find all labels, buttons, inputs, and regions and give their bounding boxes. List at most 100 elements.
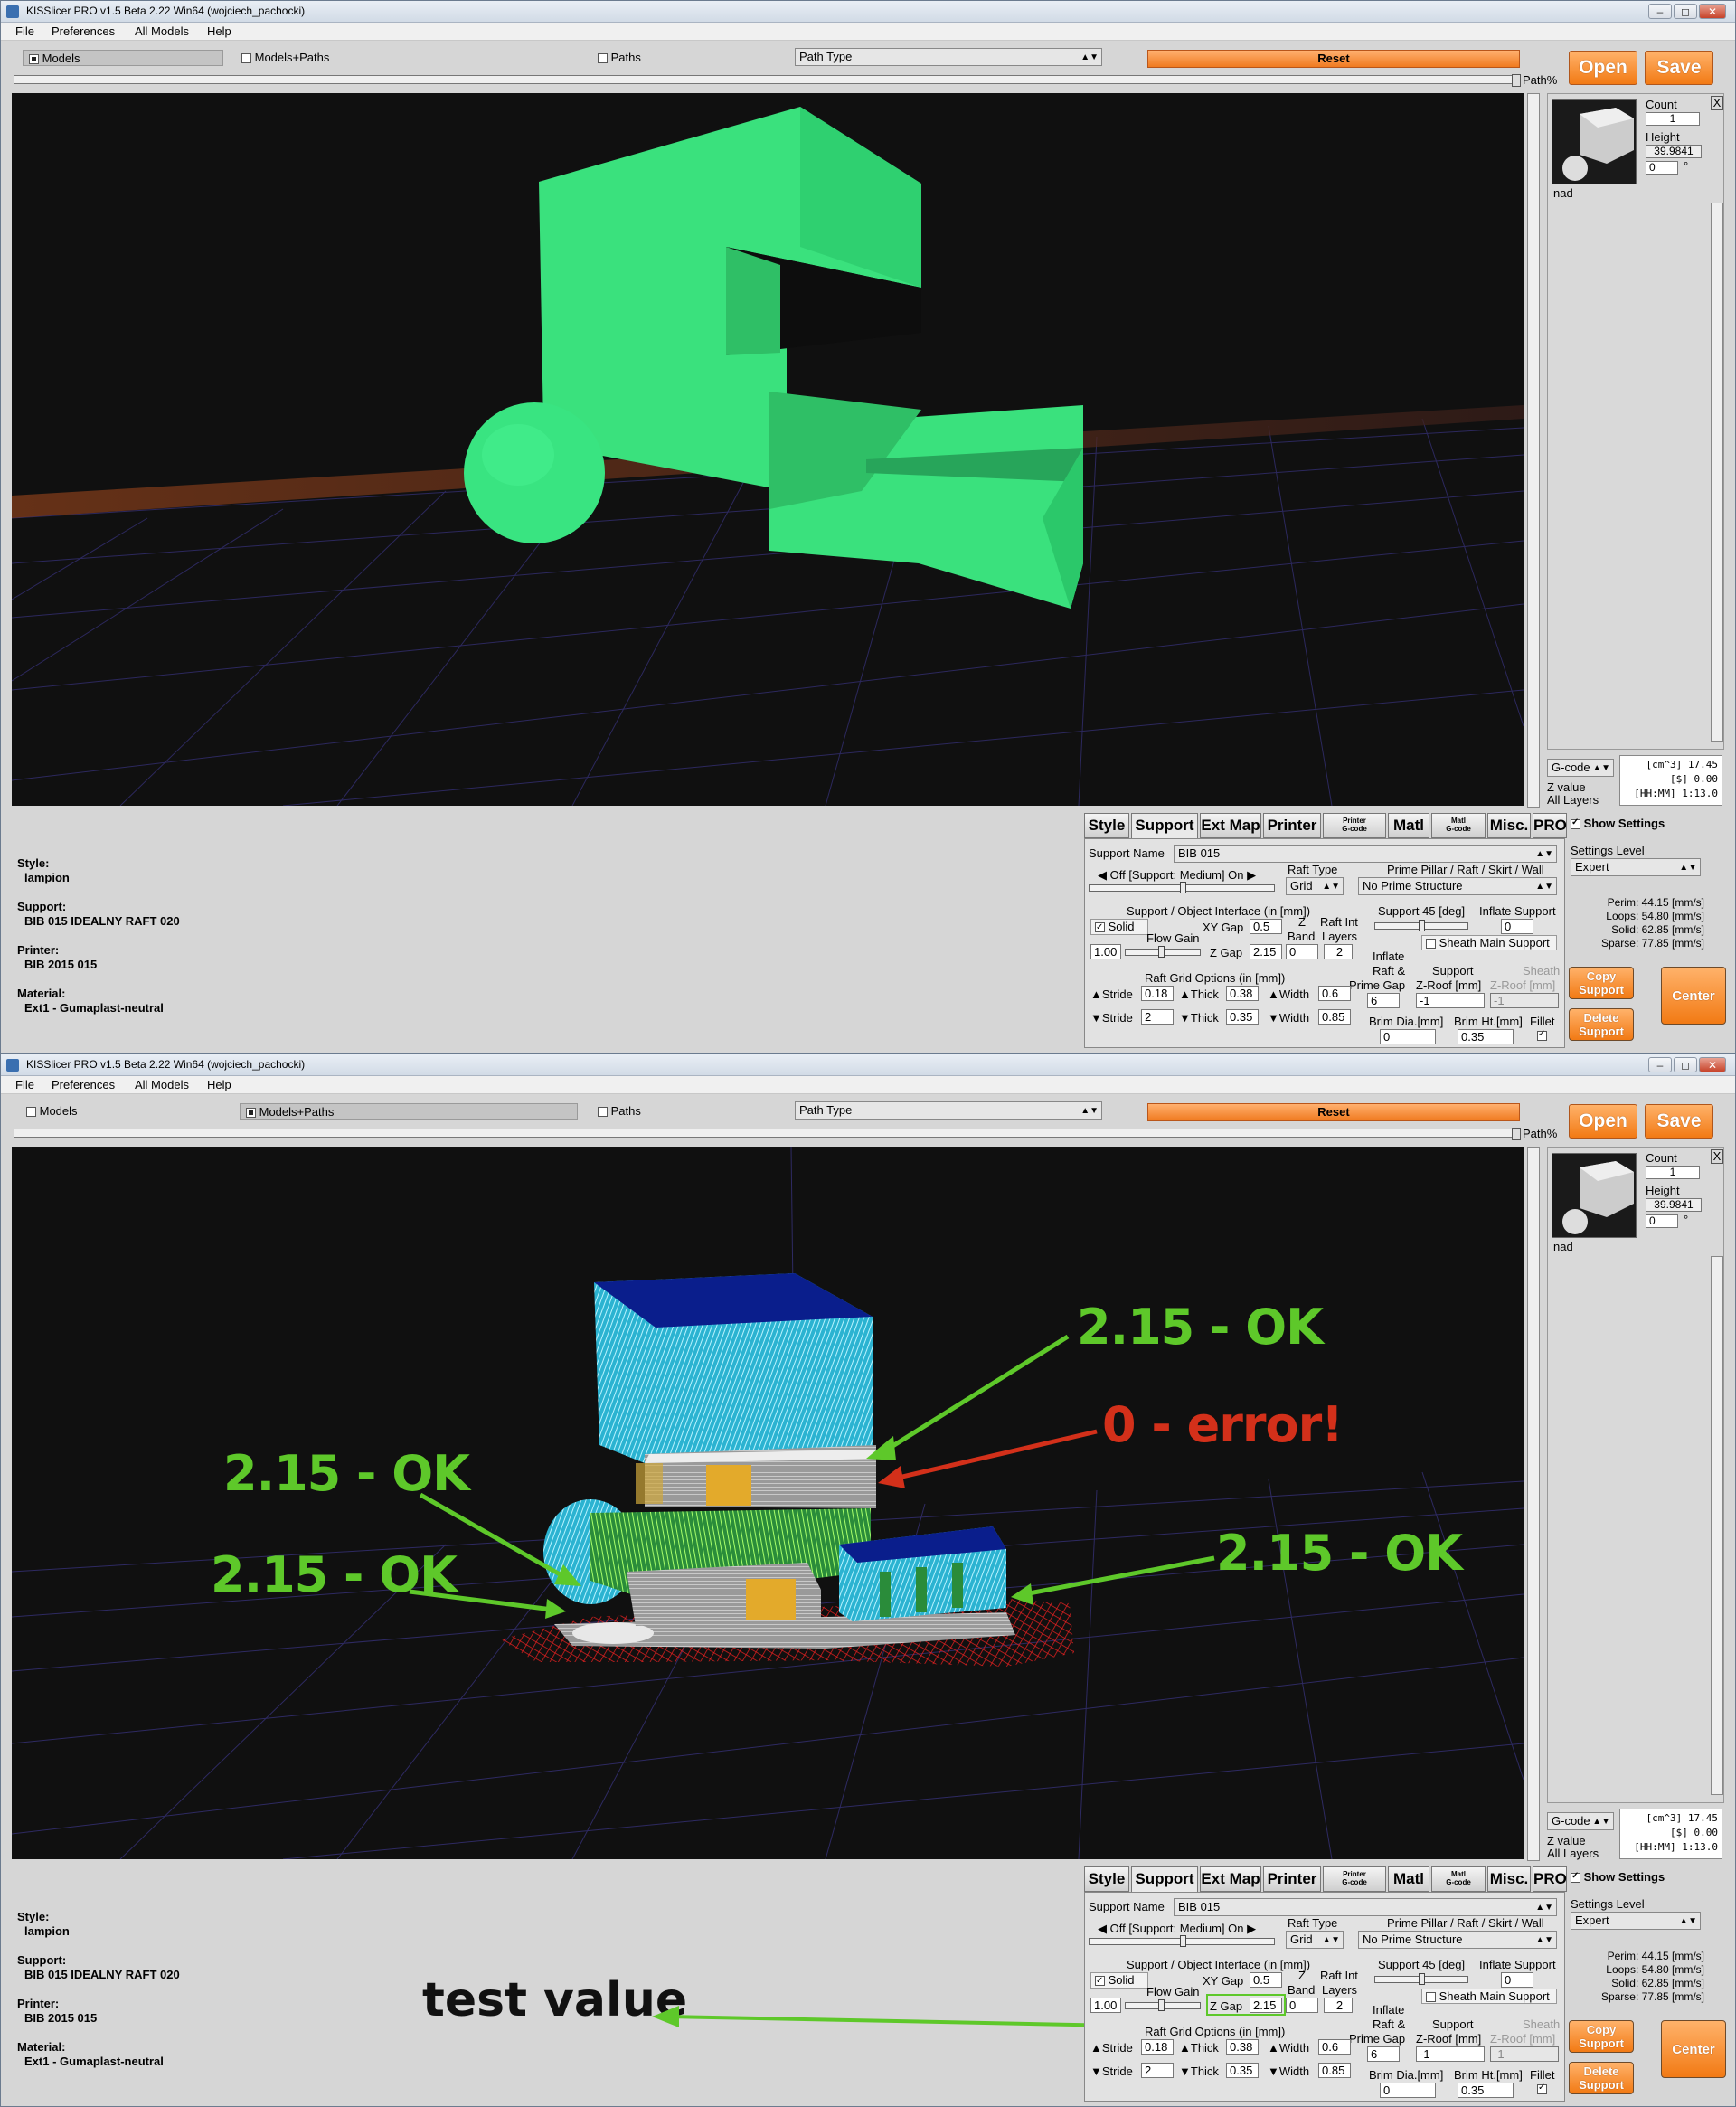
minimize-button[interactable]: –: [1648, 4, 1672, 19]
slider-thumb[interactable]: [1180, 882, 1186, 893]
thick1-field[interactable]: 0.38: [1226, 2039, 1259, 2055]
tab-ext-map[interactable]: Ext Map: [1200, 813, 1261, 838]
models-option[interactable]: Models: [26, 1104, 78, 1118]
tab-style[interactable]: Style: [1084, 1866, 1129, 1892]
models-option[interactable]: Models: [23, 50, 223, 66]
maximize-button[interactable]: ◻: [1674, 1057, 1697, 1072]
support45-slider[interactable]: [1374, 920, 1468, 931]
support-zroof-field[interactable]: -1: [1416, 2046, 1485, 2062]
delete-support-button[interactable]: Delete Support: [1569, 2062, 1634, 2094]
solid-option[interactable]: Solid: [1090, 919, 1148, 935]
solid-checkbox[interactable]: [1095, 921, 1105, 935]
slider-thumb[interactable]: [1512, 1128, 1521, 1140]
tab-ext-map[interactable]: Ext Map: [1200, 1866, 1261, 1892]
inflate-raft-field[interactable]: 6: [1367, 993, 1400, 1008]
save-button[interactable]: Save: [1645, 1104, 1713, 1139]
count-field[interactable]: 1: [1646, 112, 1700, 126]
fillet-checkbox[interactable]: [1537, 1029, 1547, 1041]
close-button[interactable]: ✕: [1699, 1057, 1726, 1072]
brim-dia-field[interactable]: 0: [1380, 2083, 1436, 2098]
tab-printer-gcode[interactable]: Printer G-code: [1323, 1866, 1386, 1892]
stride1-field[interactable]: 0.18: [1141, 986, 1174, 1001]
support-name-select[interactable]: BIB 015 ▲▼: [1174, 1898, 1557, 1916]
tab-support[interactable]: Support: [1131, 813, 1198, 838]
z-gap-field[interactable]: 2.15: [1250, 944, 1282, 959]
tab-misc[interactable]: Misc.: [1487, 813, 1531, 838]
thick2-field[interactable]: 0.35: [1226, 1009, 1259, 1025]
center-button[interactable]: Center: [1661, 2020, 1726, 2078]
path-type-select[interactable]: Path Type ▲▼: [795, 48, 1102, 66]
width2-field[interactable]: 0.85: [1318, 2063, 1351, 2078]
path-percent-slider[interactable]: [14, 1128, 1521, 1140]
raft-int-field[interactable]: 2: [1324, 944, 1353, 959]
open-button[interactable]: Open: [1569, 1104, 1637, 1139]
sheath-checkbox[interactable]: [1426, 1992, 1436, 2003]
open-button[interactable]: Open: [1569, 51, 1637, 85]
show-settings-option[interactable]: Show Settings: [1571, 817, 1665, 830]
models-radio[interactable]: [26, 1107, 36, 1118]
count-field[interactable]: 1: [1646, 1166, 1700, 1179]
show-settings-checkbox[interactable]: [1571, 1871, 1580, 1884]
xy-gap-field[interactable]: 0.5: [1250, 1972, 1282, 1988]
inflate-support-field[interactable]: 0: [1501, 919, 1533, 934]
raft-type-select[interactable]: Grid ▲▼: [1286, 877, 1344, 895]
inflate-raft-field[interactable]: 6: [1367, 2046, 1400, 2062]
close-button[interactable]: ✕: [1699, 4, 1726, 19]
models-radio[interactable]: [29, 54, 39, 65]
xy-gap-field[interactable]: 0.5: [1250, 919, 1282, 934]
gcode-select[interactable]: G-code ▲▼: [1547, 1812, 1614, 1830]
maximize-button[interactable]: ◻: [1674, 4, 1697, 19]
tab-misc[interactable]: Misc.: [1487, 1866, 1531, 1892]
brim-ht-field[interactable]: 0.35: [1458, 1029, 1514, 1044]
stride1-field[interactable]: 0.18: [1141, 2039, 1174, 2055]
viewport-scrollbar[interactable]: [1527, 93, 1540, 808]
minimize-button[interactable]: –: [1648, 1057, 1672, 1072]
raft-int-field[interactable]: 2: [1324, 1998, 1353, 2013]
close-model-icon[interactable]: X: [1711, 1149, 1723, 1164]
path-type-select[interactable]: Path Type ▲▼: [795, 1101, 1102, 1120]
flow-gain-slider[interactable]: [1125, 1999, 1201, 2011]
solid-checkbox[interactable]: [1095, 1974, 1105, 1989]
slider-thumb[interactable]: [1158, 1999, 1165, 2011]
support-level-slider[interactable]: [1089, 1935, 1275, 1947]
viewport-scrollbar[interactable]: [1527, 1147, 1540, 1861]
width1-field[interactable]: 0.6: [1318, 986, 1351, 1001]
paths-checkbox[interactable]: [598, 53, 608, 64]
tab-matl-gcode[interactable]: Matl G-code: [1431, 813, 1486, 838]
menu-file[interactable]: File: [15, 1078, 34, 1091]
tab-style[interactable]: Style: [1084, 813, 1129, 838]
show-settings-option[interactable]: Show Settings: [1571, 1870, 1665, 1884]
z-band-field[interactable]: 0: [1286, 944, 1318, 959]
sheath-option[interactable]: Sheath Main Support: [1421, 935, 1557, 950]
stride2-field[interactable]: 2: [1141, 1009, 1174, 1025]
save-button[interactable]: Save: [1645, 51, 1713, 85]
support45-slider[interactable]: [1374, 1973, 1468, 1985]
sheath-zroof-field[interactable]: -1: [1490, 993, 1559, 1008]
stride2-field[interactable]: 2: [1141, 2063, 1174, 2078]
paths-checkbox[interactable]: [598, 1107, 608, 1118]
paths-option[interactable]: Paths: [598, 1104, 641, 1118]
menu-file[interactable]: File: [15, 24, 34, 38]
solid-option[interactable]: Solid: [1090, 1972, 1148, 1989]
tab-pro[interactable]: PRO: [1533, 813, 1567, 838]
sheath-zroof-field[interactable]: -1: [1490, 2046, 1559, 2062]
prime-structure-select[interactable]: No Prime Structure ▲▼: [1358, 1931, 1557, 1949]
slider-thumb[interactable]: [1419, 920, 1425, 931]
slider-thumb[interactable]: [1512, 74, 1521, 87]
thick2-field[interactable]: 0.35: [1226, 2063, 1259, 2078]
tab-printer[interactable]: Printer: [1263, 1866, 1321, 1892]
tab-support[interactable]: Support: [1131, 1866, 1198, 1892]
model-list-scrollbar[interactable]: [1711, 1256, 1723, 1795]
model-list-scrollbar[interactable]: [1711, 203, 1723, 742]
models-paths-radio[interactable]: [241, 53, 251, 64]
support-level-slider[interactable]: [1089, 882, 1275, 893]
width2-field[interactable]: 0.85: [1318, 1009, 1351, 1025]
slider-thumb[interactable]: [1419, 1973, 1425, 1985]
copy-support-button[interactable]: Copy Support: [1569, 2020, 1634, 2053]
support-zroof-field[interactable]: -1: [1416, 993, 1485, 1008]
menu-preferences[interactable]: Preferences: [52, 1078, 115, 1091]
delete-support-button[interactable]: Delete Support: [1569, 1008, 1634, 1041]
3d-viewport[interactable]: 2.15 - OK 0 - error! 2.15 - OK 2.15 - OK…: [12, 1147, 1524, 1859]
tab-matl[interactable]: Matl: [1388, 813, 1429, 838]
tab-printer[interactable]: Printer: [1263, 813, 1321, 838]
